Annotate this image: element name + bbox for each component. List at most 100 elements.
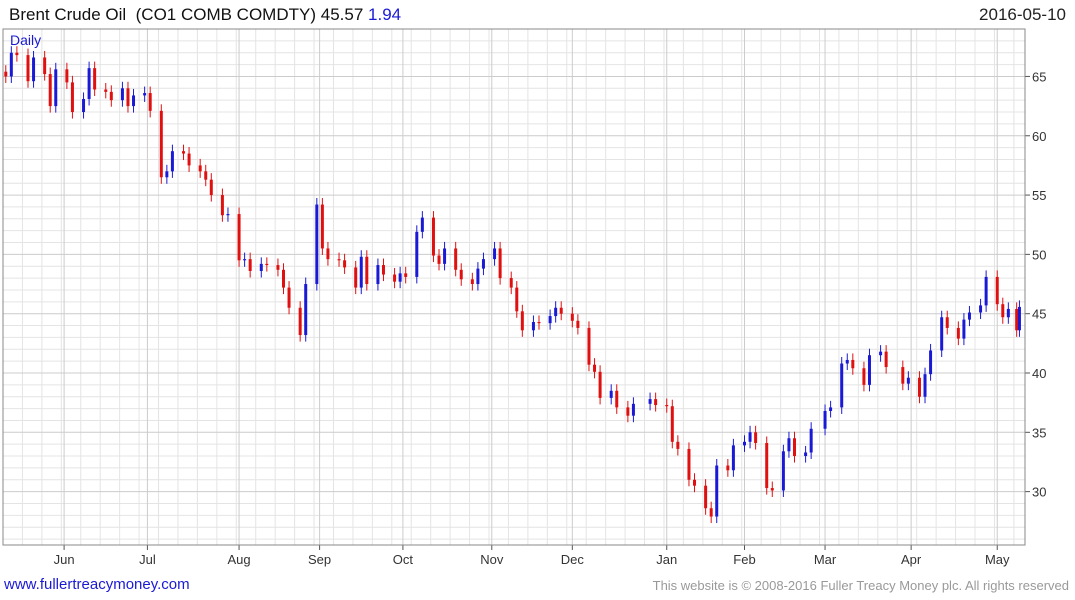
candle-body [829, 407, 833, 411]
x-tick-label: Nov [480, 552, 504, 567]
candle-body [404, 273, 408, 277]
candle-body [792, 438, 796, 457]
y-tick-label: 65 [1032, 69, 1046, 84]
candle-body [554, 307, 558, 317]
candle-body [170, 151, 174, 172]
candle-body [365, 256, 369, 285]
candle-body [770, 488, 774, 491]
candle-body [243, 259, 247, 261]
candle-body [343, 260, 347, 268]
candle-body [337, 259, 341, 261]
candle-body [867, 355, 871, 385]
candle-body [226, 214, 230, 216]
candle-body [787, 438, 791, 452]
candle-body [626, 407, 630, 416]
candle-body [631, 403, 635, 416]
candle-body [54, 69, 58, 107]
candle-body [209, 179, 213, 196]
candle-body [979, 305, 983, 313]
candle-body [548, 316, 552, 324]
candle-body [276, 265, 280, 270]
x-tick-label: Feb [733, 552, 755, 567]
candle-body [148, 93, 152, 111]
y-tick-label: 50 [1032, 247, 1046, 262]
candle-body [381, 265, 385, 275]
candle-body [593, 364, 597, 372]
candle-body [376, 265, 380, 285]
candle-body [862, 368, 866, 385]
candle-body [709, 508, 713, 517]
candle-body [93, 68, 97, 90]
candle-body [940, 317, 944, 351]
candle-body [648, 399, 652, 404]
candle-body [587, 327, 591, 365]
candle-body [443, 248, 447, 264]
candle-body [87, 68, 91, 99]
candle-body [498, 248, 502, 279]
candle-body [204, 171, 208, 180]
x-tick-label: Apr [901, 552, 922, 567]
candle-body [923, 374, 927, 397]
candle-body [654, 399, 658, 406]
candle-body [715, 465, 719, 517]
candle-body [248, 259, 252, 271]
y-tick-label: 45 [1032, 307, 1046, 322]
candle-body [665, 405, 669, 407]
candle-body [687, 448, 691, 480]
candle-body [823, 410, 827, 429]
y-tick-label: 55 [1032, 188, 1046, 203]
candle-body [995, 276, 999, 305]
candle-body [159, 110, 163, 178]
candle-body [509, 278, 513, 288]
candle-body [984, 276, 988, 306]
candle-body [120, 88, 124, 101]
candle-body [393, 274, 397, 282]
candle-body [840, 363, 844, 408]
x-tick-label: Jun [54, 552, 75, 567]
candle-body [454, 248, 458, 270]
candle-body [259, 263, 263, 271]
candle-body [431, 217, 435, 256]
candle-body [781, 451, 785, 491]
x-tick-label: Jul [139, 552, 156, 567]
candle-body [962, 319, 966, 339]
candle-body [82, 98, 86, 113]
candle-body [104, 89, 108, 92]
y-tick-label: 40 [1032, 366, 1046, 381]
candle-body [415, 231, 419, 277]
candle-body [804, 452, 808, 457]
candle-body [43, 57, 47, 75]
candle-body [65, 69, 69, 83]
candle-body [476, 268, 480, 285]
x-tick-label: Jan [656, 552, 677, 567]
y-tick-label: 30 [1032, 485, 1046, 500]
candle-body [879, 351, 883, 356]
candle-body [48, 74, 52, 107]
candle-body [559, 307, 563, 314]
candle-body [109, 91, 113, 101]
candle-body [9, 52, 13, 77]
candle-body [281, 269, 285, 288]
candle-body [598, 371, 602, 398]
candle-body [906, 377, 910, 384]
candle-body [143, 93, 147, 96]
site-link[interactable]: www.fullertreacymoney.com [4, 576, 190, 593]
candle-body [359, 256, 363, 288]
candle-body [531, 321, 535, 331]
candle-body [615, 390, 619, 408]
candle-body [15, 52, 19, 56]
candle-body [420, 217, 424, 232]
candle-body [32, 57, 36, 82]
candle-body [956, 327, 960, 339]
copyright-notice: This website is © 2008-2016 Fuller Treac… [652, 578, 1069, 593]
candle-body [765, 442, 769, 489]
candle-body [165, 171, 169, 178]
candle-body [26, 55, 30, 82]
candle-body [520, 311, 524, 331]
candle-body [187, 153, 191, 166]
candle-body [609, 390, 613, 398]
candle-body [437, 255, 441, 264]
candle-body [4, 71, 8, 77]
candle-body [126, 88, 130, 107]
candle-body [754, 432, 758, 443]
